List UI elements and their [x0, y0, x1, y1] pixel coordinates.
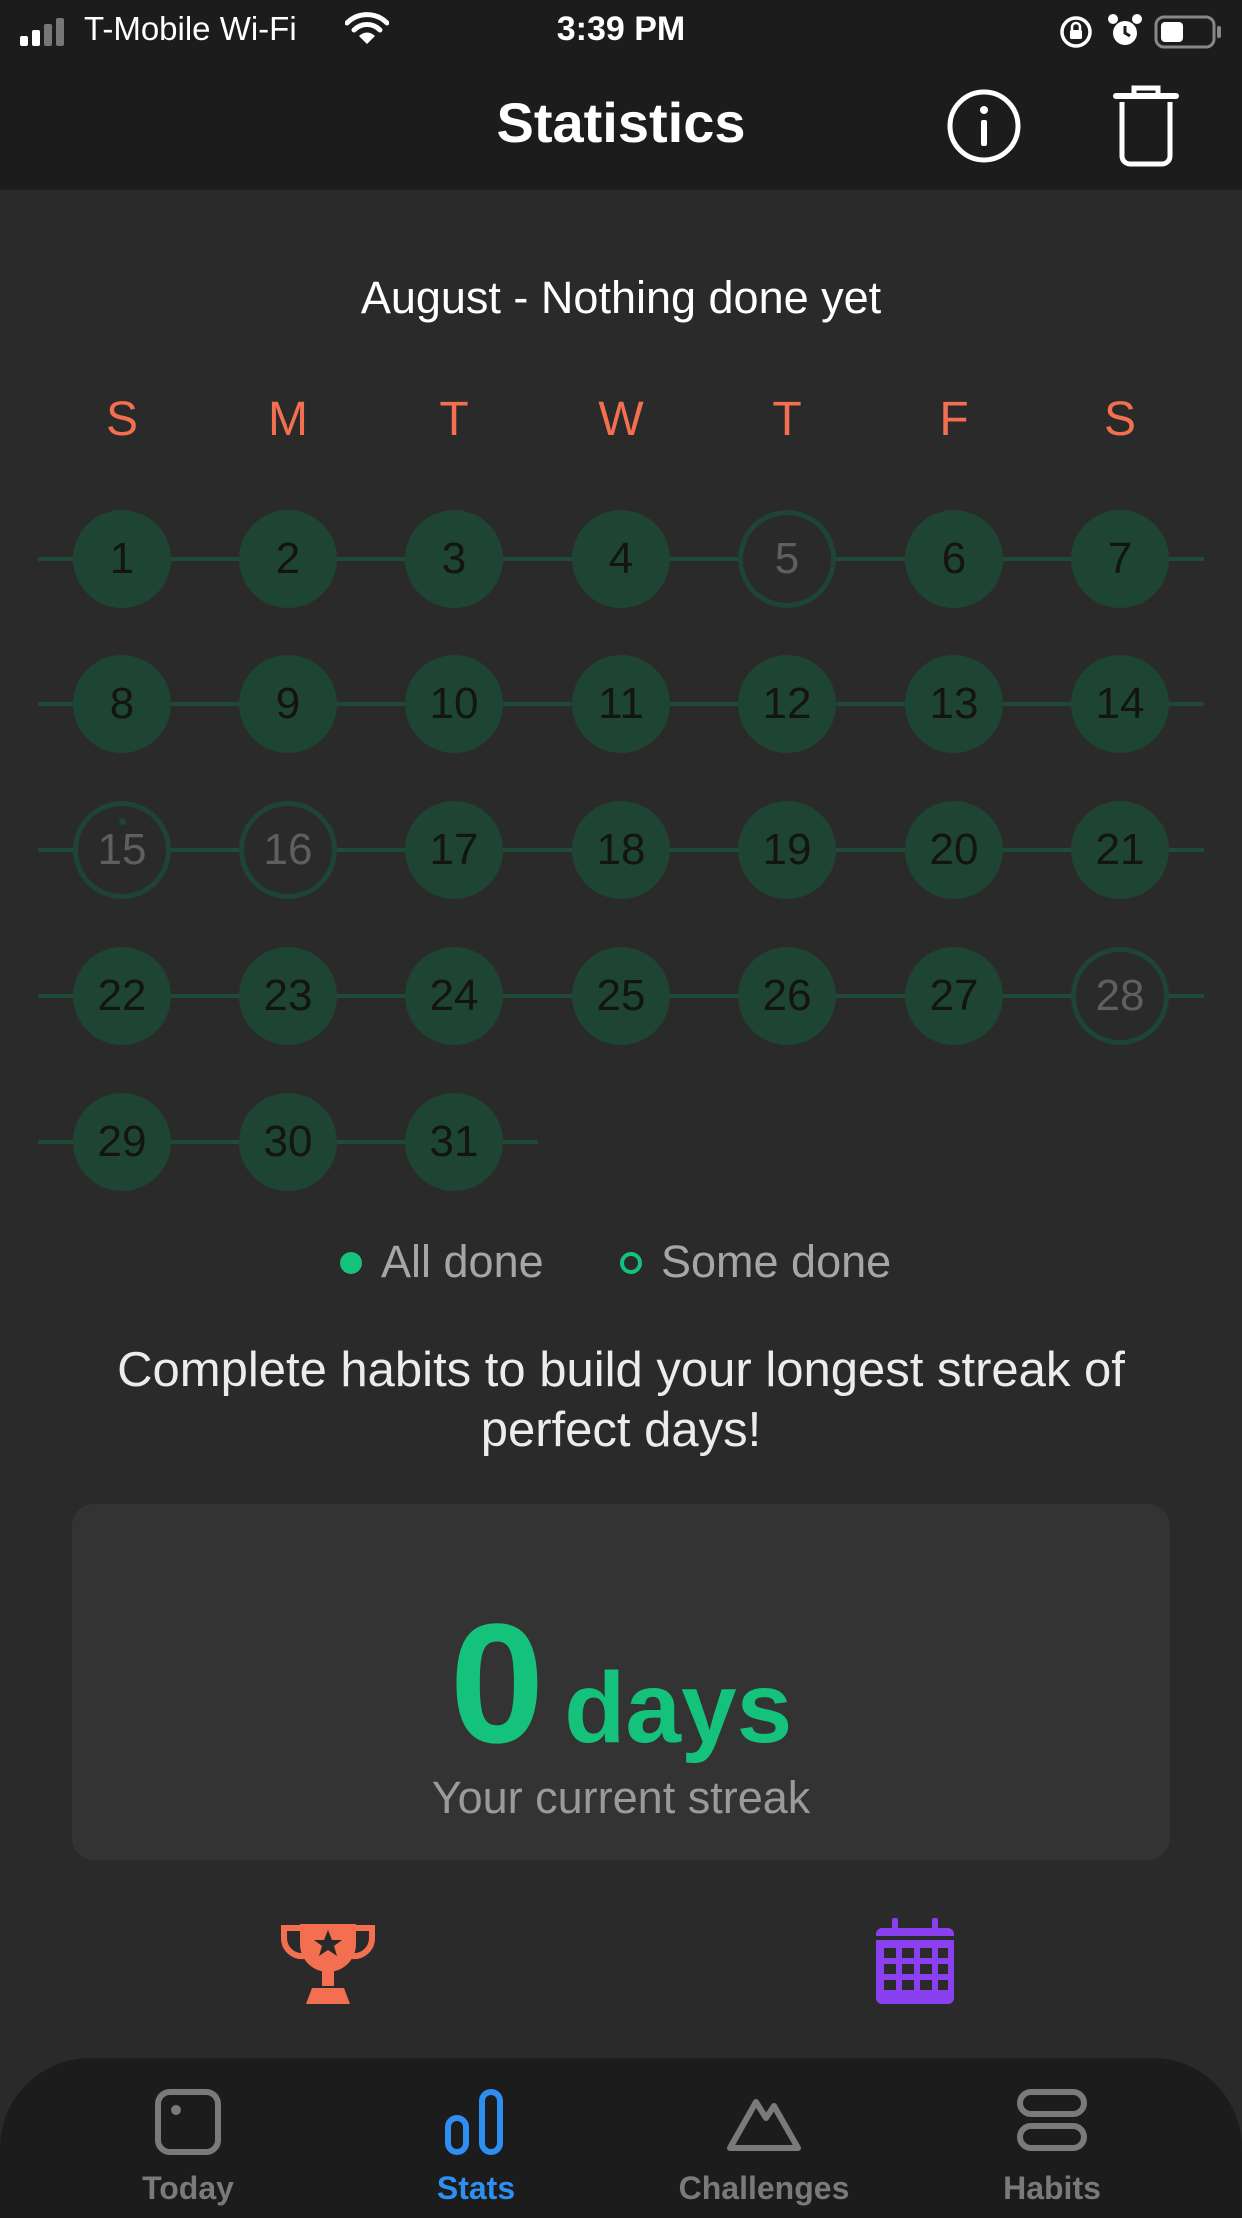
- calendar-day[interactable]: 24: [405, 947, 503, 1045]
- calendar-day[interactable]: 22: [73, 947, 171, 1045]
- weekday-label: W: [598, 393, 644, 446]
- current-streak-card: 0 days Your current streak: [72, 1504, 1170, 1860]
- calendar-day[interactable]: 9: [239, 655, 337, 753]
- calendar-day[interactable]: 20: [905, 801, 1003, 899]
- trash-icon[interactable]: [1110, 82, 1182, 168]
- calendar-day[interactable]: 5: [738, 510, 836, 608]
- info-icon[interactable]: [946, 88, 1022, 164]
- status-bar: T-Mobile Wi-Fi 3:39 PM: [0, 0, 1242, 62]
- calendar-day[interactable]: 18: [572, 801, 670, 899]
- tab-habits[interactable]: Habits: [912, 2058, 1192, 2218]
- weekday-label: S: [1103, 393, 1136, 446]
- challenges-icon: [727, 2099, 801, 2151]
- trophy-icon[interactable]: [278, 1918, 378, 2006]
- streak-value: 0 days: [72, 1586, 1170, 1782]
- some-done-ring-icon: [620, 1252, 642, 1274]
- all-done-dot-icon: [340, 1252, 362, 1274]
- status-time: 3:39 PM: [556, 10, 686, 48]
- calendar-day[interactable]: 14: [1071, 655, 1169, 753]
- calendar-day[interactable]: 7: [1071, 510, 1169, 608]
- calendar-day[interactable]: 11: [572, 655, 670, 753]
- calendar-day[interactable]: 15: [73, 801, 171, 899]
- calendar-day[interactable]: 6: [905, 510, 1003, 608]
- streak-number: 0: [449, 1589, 545, 1779]
- streak-label: Your current streak: [431, 1772, 811, 1823]
- calendar-day[interactable]: 19: [738, 801, 836, 899]
- weekday-label: F: [939, 393, 969, 446]
- bottom-tab-bar: Today Stats Challenges Habits: [0, 2058, 1242, 2218]
- streak-hint-message: Complete habits to build your longest st…: [117, 1343, 1125, 1457]
- weekday-label: S: [105, 393, 138, 446]
- tab-today[interactable]: Today: [48, 2058, 328, 2218]
- rotation-lock-icon: [1060, 16, 1092, 48]
- month-title: August - Nothing done yet: [360, 272, 882, 323]
- legend-some-done: Some done: [661, 1236, 892, 1287]
- today-icon: [155, 2089, 221, 2155]
- calendar-day[interactable]: 4: [572, 510, 670, 608]
- calendar-day[interactable]: 1: [73, 510, 171, 608]
- weekday-header: S M T W T F S: [0, 392, 1242, 452]
- legend-all-done: All done: [381, 1236, 544, 1287]
- weekday-label: M: [268, 393, 308, 446]
- tab-label: Today: [142, 2170, 234, 2206]
- calendar-day[interactable]: 29: [73, 1093, 171, 1191]
- calendar-day[interactable]: 28: [1071, 947, 1169, 1045]
- calendar-legend: All done Some done: [0, 1236, 1242, 1296]
- top-nav-bar: Statistics: [0, 62, 1242, 190]
- weekday-label: T: [772, 393, 802, 446]
- stats-icon: [445, 2089, 503, 2155]
- calendar-day[interactable]: 30: [239, 1093, 337, 1191]
- tab-label: Stats: [436, 2170, 516, 2206]
- calendar-day[interactable]: 26: [738, 947, 836, 1045]
- calendar-day[interactable]: 21: [1071, 801, 1169, 899]
- calendar-day[interactable]: 12: [738, 655, 836, 753]
- tab-challenges[interactable]: Challenges: [624, 2058, 904, 2218]
- tab-stats[interactable]: Stats: [336, 2058, 616, 2218]
- calendar-day[interactable]: 2: [239, 510, 337, 608]
- calendar-day[interactable]: 17: [405, 801, 503, 899]
- battery-icon: [1154, 15, 1221, 49]
- streak-unit: days: [564, 1652, 793, 1764]
- tab-label: Challenges: [678, 2170, 850, 2206]
- calendar-day[interactable]: 3: [405, 510, 503, 608]
- calendar-icon[interactable]: [874, 1918, 956, 2006]
- alarm-icon: [1108, 14, 1142, 45]
- habits-icon: [1017, 2089, 1087, 2151]
- calendar-day[interactable]: 31: [405, 1093, 503, 1191]
- today-dot-icon: [119, 818, 126, 825]
- calendar-day[interactable]: 25: [572, 947, 670, 1045]
- calendar-day[interactable]: 23: [239, 947, 337, 1045]
- calendar-day[interactable]: 10: [405, 655, 503, 753]
- calendar-day[interactable]: 16: [239, 801, 337, 899]
- weekday-label: T: [439, 393, 469, 446]
- tab-label: Habits: [1003, 2170, 1101, 2206]
- calendar-day[interactable]: 27: [905, 947, 1003, 1045]
- calendar-day[interactable]: 13: [905, 655, 1003, 753]
- page-title: Statistics: [496, 91, 746, 154]
- calendar-day[interactable]: 8: [73, 655, 171, 753]
